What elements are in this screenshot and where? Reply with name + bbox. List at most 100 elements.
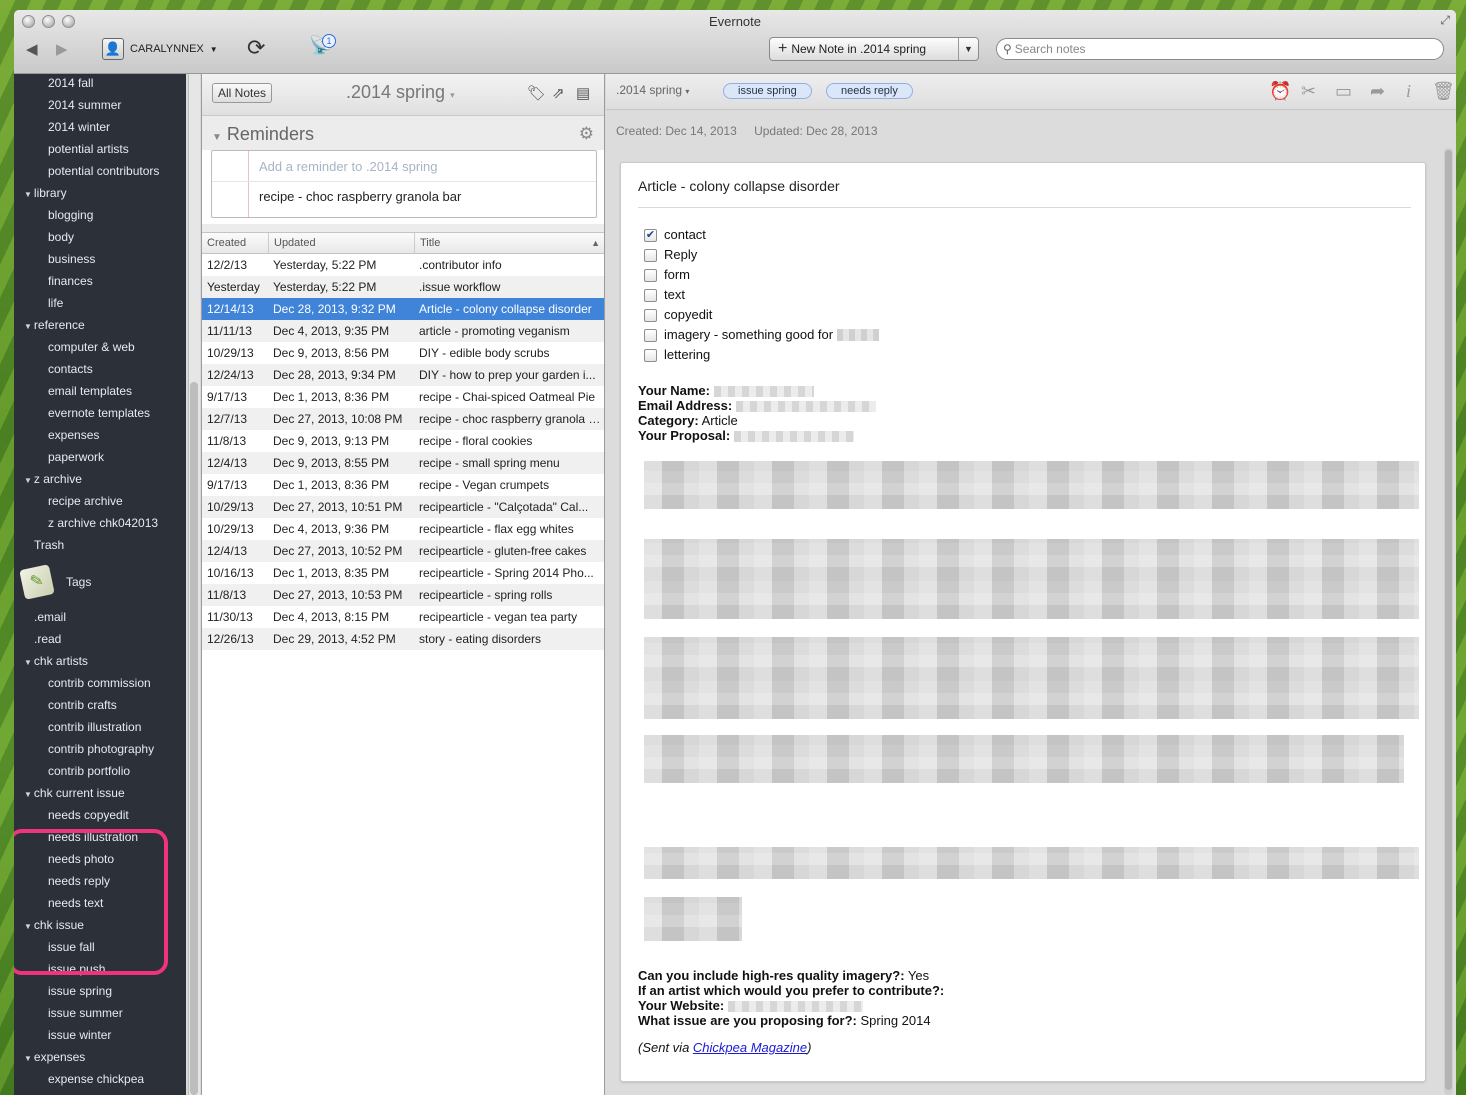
sidebar-item-expense-personal[interactable]: expense personal (48, 1090, 143, 1095)
tags-icon[interactable]: ✎ (19, 564, 55, 600)
alarm-clock-icon[interactable]: ⏰ (1269, 81, 1291, 102)
sidebar-item-blogging[interactable]: blogging (48, 204, 93, 226)
checkbox[interactable] (644, 328, 657, 342)
note-list-row[interactable]: 10/29/13 Dec 27, 2013, 10:51 PM recipearti… (202, 496, 604, 518)
fullscreen-icon[interactable]: ⤢ (1440, 13, 1450, 28)
search-input[interactable] (1014, 42, 1443, 56)
note-list-row[interactable]: 11/30/13 Dec 4, 2013, 8:15 PM recipearticl… (202, 606, 604, 628)
sidebar-group-chk-artists[interactable]: ▼ chk artists (24, 650, 88, 672)
sidebar-item-2014-fall[interactable]: 2014 fall (48, 74, 93, 94)
note-list-row[interactable]: Yesterday Yesterday, 5:22 PM .issue workfl… (202, 276, 604, 298)
sidebar-item-needs-copyedit[interactable]: needs copyedit (48, 804, 129, 826)
share-notebook-icon[interactable]: ⇗ (552, 84, 565, 102)
note-body[interactable]: Article - colony collapse disorder ✔ cont… (620, 162, 1426, 1082)
note-list-row[interactable]: 11/8/13 Dec 27, 2013, 10:53 PM recipeartic… (202, 584, 604, 606)
view-options-icon[interactable]: ▤ (576, 84, 590, 102)
sidebar-item-computer-web[interactable]: computer & web (48, 336, 135, 358)
column-updated[interactable]: Updated (268, 233, 414, 254)
sidebar-item-potential-contributors[interactable]: potential contributors (48, 160, 159, 182)
note-scroll-thumb[interactable] (1445, 150, 1452, 1090)
column-created[interactable]: Created (202, 233, 268, 254)
notebook-title-menu[interactable]: .2014 spring ▾ (346, 82, 455, 103)
checkbox[interactable] (644, 308, 657, 322)
disclosure-triangle-icon[interactable]: ▼ (24, 1054, 32, 1063)
gear-icon[interactable]: ⚙ (579, 124, 594, 144)
account-menu[interactable]: 👤 CARALYNNEX ▼ (102, 36, 218, 62)
disclosure-triangle-icon[interactable]: ▼ (24, 476, 32, 485)
tag-pill-needs-reply[interactable]: needs reply (826, 83, 913, 99)
disclosure-triangle-icon[interactable]: ▼ (24, 658, 32, 667)
disclosure-triangle-icon[interactable]: ▼ (24, 322, 32, 331)
sidebar-item-life[interactable]: life (48, 292, 63, 314)
note-list-row[interactable]: 10/29/13 Dec 4, 2013, 9:36 PM recipearticl… (202, 518, 604, 540)
sidebar-item-contacts[interactable]: contacts (48, 358, 93, 380)
note-list-row[interactable]: 12/26/13 Dec 29, 2013, 4:52 PM story - eat… (202, 628, 604, 650)
sidebar-group-chk-current-issue[interactable]: ▼ chk current issue (24, 782, 125, 804)
share-arrow-icon[interactable]: ➦ (1370, 81, 1385, 102)
sidebar-group-reference[interactable]: ▼ reference (24, 314, 85, 336)
sidebar-item-issue-spring[interactable]: issue spring (48, 980, 112, 1002)
tag-pill-issue-spring[interactable]: issue spring (723, 83, 812, 99)
sidebar-scroll-thumb[interactable] (190, 382, 198, 1095)
note-list-row[interactable]: 9/17/13 Dec 1, 2013, 8:36 PM recipe - Chai… (202, 386, 604, 408)
checkbox[interactable] (644, 248, 657, 262)
sidebar-item-paperwork[interactable]: paperwork (48, 446, 104, 468)
sidebar-item-finances[interactable]: finances (48, 270, 93, 292)
sidebar-item-contrib-portfolio[interactable]: contrib portfolio (48, 760, 130, 782)
note-list-row[interactable]: 12/14/13 Dec 28, 2013, 9:32 PM Article - c… (202, 298, 604, 320)
sidebar-tags-header[interactable]: Tags (66, 571, 91, 593)
note-list-row[interactable]: 10/16/13 Dec 1, 2013, 8:35 PM recipearticl… (202, 562, 604, 584)
sidebar-item-2014-winter[interactable]: 2014 winter (48, 116, 110, 138)
checkbox[interactable] (644, 348, 657, 362)
sidebar-item-contrib-illustration[interactable]: contrib illustration (48, 716, 141, 738)
tag-icon[interactable]: 🏷 (527, 84, 546, 102)
trash-icon[interactable]: 🗑 (1432, 81, 1455, 102)
column-title[interactable]: Title (414, 233, 606, 254)
sidebar-item-email-templates[interactable]: email templates (48, 380, 132, 402)
chickpea-magazine-link[interactable]: Chickpea Magazine (693, 1040, 807, 1055)
note-list-row[interactable]: 12/7/13 Dec 27, 2013, 10:08 PM recipe - ch… (202, 408, 604, 430)
sidebar-group-expenses[interactable]: ▼ expenses (24, 1046, 85, 1068)
sidebar-item-trash[interactable]: Trash (34, 534, 64, 556)
sidebar-item-email[interactable]: .email (34, 606, 66, 628)
note-notebook-selector[interactable]: .2014 spring ▾ (616, 83, 689, 97)
sidebar-item-contrib-crafts[interactable]: contrib crafts (48, 694, 117, 716)
sidebar-group-library[interactable]: ▼ library (24, 182, 67, 204)
info-icon[interactable]: i (1406, 81, 1411, 102)
presentation-icon[interactable]: ▭ (1335, 81, 1352, 102)
note-list-row[interactable]: 12/4/13 Dec 27, 2013, 10:52 PM recipeartic… (202, 540, 604, 562)
sidebar-item-issue-winter[interactable]: issue winter (48, 1024, 111, 1046)
sidebar-item-potential-artists[interactable]: potential artists (48, 138, 129, 160)
checkbox[interactable] (644, 268, 657, 282)
add-reminder-field[interactable]: Add a reminder to .2014 spring (259, 159, 438, 174)
note-info-tools-icon[interactable]: ✂ (1301, 81, 1316, 102)
note-list-row[interactable]: 10/29/13 Dec 9, 2013, 8:56 PM DIY - edible… (202, 342, 604, 364)
note-list-row[interactable]: 11/8/13 Dec 9, 2013, 9:13 PM recipe - flor… (202, 430, 604, 452)
disclosure-triangle-icon[interactable]: ▼ (24, 790, 32, 799)
sidebar-item-recipe-archive[interactable]: recipe archive (48, 490, 123, 512)
sidebar-item-issue-summer[interactable]: issue summer (48, 1002, 123, 1024)
sidebar-item-evernote-templates[interactable]: evernote templates (48, 402, 150, 424)
sidebar-item-2014-summer[interactable]: 2014 summer (48, 94, 121, 116)
disclosure-triangle-icon[interactable]: ▼ (24, 190, 32, 199)
sidebar-group-z-archive[interactable]: ▼ z archive (24, 468, 82, 490)
sidebar-item-read[interactable]: .read (34, 628, 61, 650)
sidebar-item-contrib-photography[interactable]: contrib photography (48, 738, 154, 760)
all-notes-button[interactable]: All Notes (212, 83, 273, 103)
sidebar-item-business[interactable]: business (48, 248, 95, 270)
sidebar-item-z-archive-chk042013[interactable]: z archive chk042013 (48, 512, 158, 534)
checkbox[interactable] (644, 288, 657, 302)
new-note-button[interactable]: + New Note in .2014 spring ▼ (769, 37, 979, 61)
reminders-header[interactable]: ▼ Reminders ⚙ (202, 116, 604, 150)
sidebar-item-expense-chickpea[interactable]: expense chickpea (48, 1068, 144, 1090)
sidebar-item-expenses[interactable]: expenses (48, 424, 99, 446)
sidebar-item-body[interactable]: body (48, 226, 74, 248)
note-list-row[interactable]: 12/24/13 Dec 28, 2013, 9:34 PM DIY - how t… (202, 364, 604, 386)
note-title[interactable]: Article - colony collapse disorder (638, 178, 840, 194)
checkbox-checked[interactable]: ✔ (644, 228, 657, 242)
reminder-item[interactable]: recipe - choc raspberry granola bar (259, 189, 461, 204)
note-list-row[interactable]: 12/2/13 Yesterday, 5:22 PM .contributor in… (202, 254, 604, 276)
new-note-dropdown-caret[interactable]: ▼ (958, 38, 978, 60)
note-list-row[interactable]: 9/17/13 Dec 1, 2013, 8:36 PM recipe - Vega… (202, 474, 604, 496)
sync-icon[interactable]: ⟳ (247, 35, 265, 61)
